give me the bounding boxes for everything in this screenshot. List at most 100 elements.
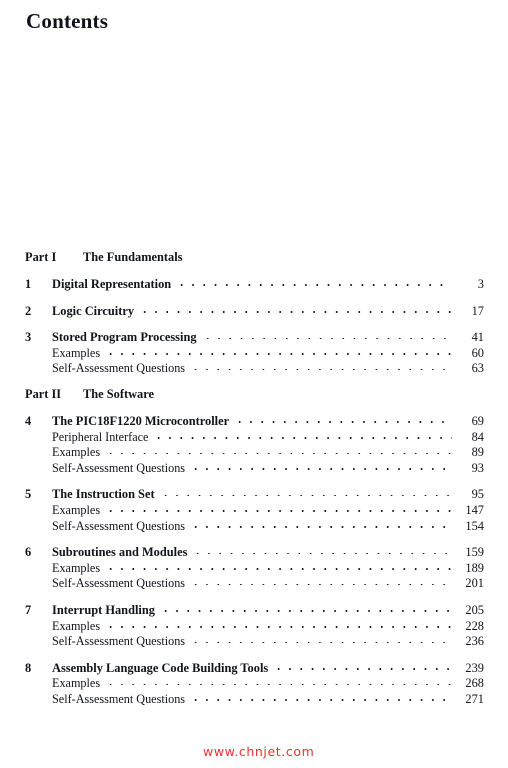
chapter-page-number: 69 (471, 413, 484, 428)
subsection-title: Self-Assessment Questions (52, 460, 186, 475)
chapter-block: 7 Interrupt Handling 205 Examples 228 Self-As… (0, 602, 508, 649)
dot-leader (273, 660, 452, 672)
subsection-page-number: 154 (465, 518, 484, 533)
toc-entry-chapter[interactable]: 4 The PIC18F1220 Microcontroller 69 (0, 413, 508, 429)
chapter-block: 5 The Instruction Set 95 Examples 147 Self-As… (0, 486, 508, 533)
dot-leader (234, 413, 452, 425)
chapter-page-number: 159 (465, 545, 484, 560)
subsection-page-number: 84 (471, 429, 484, 444)
part-label: Part II (25, 386, 62, 401)
chapter-number: 1 (25, 277, 32, 291)
chapter-page-number: 41 (471, 330, 484, 345)
dot-leader (105, 502, 452, 514)
chapter-block: 4 The PIC18F1220 Microcontroller 69 Periphe… (0, 413, 508, 475)
chapter-title: The PIC18F1220 Microcontroller (52, 413, 230, 428)
subsection-page-number: 189 (465, 560, 484, 575)
chapter-block: 6 Subroutines and Modules 159 Examples 189 Se… (0, 544, 508, 591)
toc-entry-chapter[interactable]: 8 Assembly Language Code Building Tools 23… (0, 660, 508, 676)
chapter-number: 2 (25, 303, 32, 318)
table-of-contents: Part I The Fundamentals 1 Digital Represent… (0, 250, 508, 717)
toc-entry-subsection[interactable]: Examples 189 (0, 560, 508, 576)
chapter-title: Stored Program Processing (52, 330, 197, 345)
part-label: Part I (25, 250, 57, 264)
chapter-block: 8 Assembly Language Code Building Tools 23… (0, 660, 508, 707)
chapter-number: 6 (25, 545, 32, 560)
toc-entry-subsection[interactable]: Examples 89 (0, 444, 508, 460)
chapter-page-number: 239 (465, 660, 484, 675)
dot-leader (201, 329, 452, 341)
dot-leader (139, 303, 452, 315)
dot-leader (192, 544, 452, 556)
subsection-page-number: 201 (465, 576, 484, 591)
subsection-page-number: 89 (471, 445, 484, 460)
chapter-block: 1 Digital Representation 3 (0, 276, 508, 292)
chapter-number: 5 (25, 487, 32, 502)
chapter-page-number: 95 (471, 487, 484, 502)
dot-leader (190, 460, 452, 472)
subsection-title: Examples (52, 676, 101, 691)
toc-entry-subsection[interactable]: Examples 228 (0, 618, 508, 634)
chapter-number: 7 (25, 602, 32, 617)
chapter-title: Logic Circuitry (52, 303, 135, 318)
toc-entry-subsection[interactable]: Self-Assessment Questions 63 (0, 360, 508, 376)
subsection-title: Self-Assessment Questions (52, 576, 186, 591)
toc-entry-subsection[interactable]: Self-Assessment Questions 236 (0, 633, 508, 649)
subsection-title: Examples (52, 345, 101, 360)
chapter-title: The Instruction Set (52, 487, 155, 502)
dot-leader (105, 345, 452, 357)
chapter-title: Subroutines and Modules (52, 545, 188, 560)
chapter-title: Interrupt Handling (52, 602, 155, 617)
subsection-page-number: 228 (465, 618, 484, 633)
dot-leader (105, 560, 452, 572)
dot-leader (159, 602, 452, 614)
chapter-page-number: 3 (477, 277, 484, 291)
toc-entry-subsection[interactable]: Self-Assessment Questions 271 (0, 691, 508, 707)
toc-entry-subsection[interactable]: Self-Assessment Questions 93 (0, 460, 508, 476)
chapter-block: 3 Stored Program Processing 41 Examples 60 Se… (0, 329, 508, 376)
subsection-title: Self-Assessment Questions (52, 634, 186, 649)
subsection-title: Examples (52, 445, 101, 460)
subsection-page-number: 147 (465, 502, 484, 517)
subsection-title: Examples (52, 618, 101, 633)
toc-entry-chapter[interactable]: 3 Stored Program Processing 41 (0, 329, 508, 345)
dot-leader (190, 691, 452, 703)
dot-leader (105, 444, 452, 456)
subsection-title: Examples (52, 560, 101, 575)
dot-leader (190, 518, 452, 530)
toc-entry-subsection[interactable]: Examples 60 (0, 345, 508, 361)
page-title: Contents (26, 9, 109, 33)
chapter-number: 3 (25, 330, 32, 345)
toc-entry-chapter[interactable]: 7 Interrupt Handling 205 (0, 602, 508, 618)
chapter-page-number: 17 (471, 303, 484, 318)
toc-entry-subsection[interactable]: Self-Assessment Questions 154 (0, 518, 508, 534)
subsection-title: Self-Assessment Questions (52, 361, 186, 376)
toc-entry-subsection[interactable]: Examples 147 (0, 502, 508, 518)
part-title: The Software (83, 386, 155, 401)
chapter-title: Assembly Language Code Building Tools (52, 660, 269, 675)
subsection-title: Self-Assessment Questions (52, 518, 186, 533)
chapter-block: 2 Logic Circuitry 17 (0, 303, 508, 319)
toc-entry-subsection[interactable]: Self-Assessment Questions 201 (0, 575, 508, 591)
subsection-page-number: 60 (471, 345, 484, 360)
chapter-number: 8 (25, 660, 32, 675)
dot-leader (105, 618, 452, 630)
toc-entry-subsection[interactable]: Peripheral Interface 84 (0, 429, 508, 445)
subsection-page-number: 236 (465, 634, 484, 649)
subsection-page-number: 268 (465, 676, 484, 691)
toc-entry-chapter[interactable]: 6 Subroutines and Modules 159 (0, 544, 508, 560)
chapter-page-number: 205 (465, 602, 484, 617)
toc-entry-chapter[interactable]: 2 Logic Circuitry 17 (0, 303, 508, 319)
chapter-title: Digital Representation (52, 277, 172, 291)
subsection-page-number: 93 (471, 460, 484, 475)
toc-page: Contents Part I The Fundamentals 1 Digital … (0, 0, 508, 768)
toc-entry-subsection[interactable]: Examples 268 (0, 675, 508, 691)
watermark: www.chnjet.com (203, 744, 315, 759)
chapter-number: 4 (25, 413, 32, 428)
toc-entry-chapter[interactable]: 1 Digital Representation 3 (0, 276, 508, 292)
dot-leader (105, 675, 452, 687)
subsection-title: Peripheral Interface (52, 429, 149, 444)
dot-leader (190, 575, 452, 587)
toc-entry-chapter[interactable]: 5 The Instruction Set 95 (0, 486, 508, 502)
part-heading: Part I The Fundamentals (0, 250, 508, 265)
subsection-title: Self-Assessment Questions (52, 691, 186, 706)
